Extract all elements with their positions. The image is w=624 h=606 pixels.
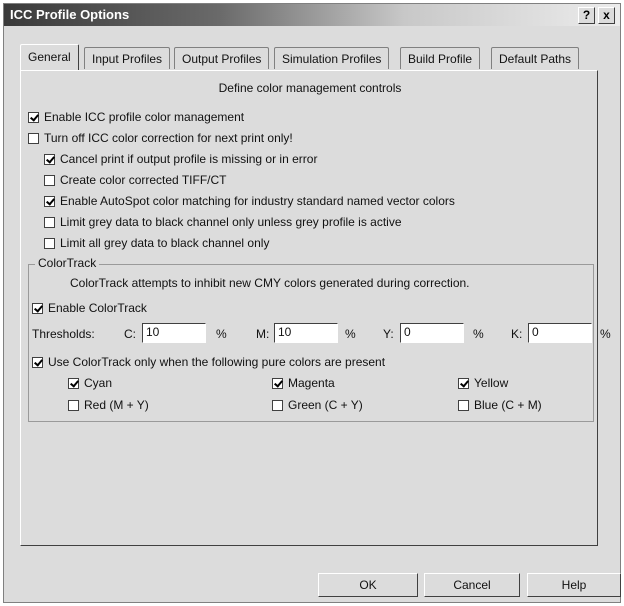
tab-input-profiles[interactable]: Input Profiles xyxy=(84,47,171,69)
color-yellow[interactable]: Yellow xyxy=(458,376,508,390)
option-label: Turn off ICC color correction for next p… xyxy=(44,131,293,145)
checkbox[interactable] xyxy=(28,111,39,123)
threshold-y-unit: % xyxy=(473,327,484,341)
option-autospot[interactable]: Enable AutoSpot color matching for indus… xyxy=(44,194,455,208)
checkbox[interactable] xyxy=(68,377,79,389)
option-label: Cyan xyxy=(84,376,113,390)
checkbox[interactable] xyxy=(44,216,55,228)
help-title-button[interactable]: ? xyxy=(578,7,595,24)
checkbox[interactable] xyxy=(44,153,55,165)
checkbox[interactable] xyxy=(272,399,283,411)
checkbox[interactable] xyxy=(458,399,469,411)
checkbox[interactable] xyxy=(44,195,55,207)
threshold-k-input[interactable]: 0 xyxy=(528,323,592,343)
panel-description: Define color management controls xyxy=(218,81,402,95)
threshold-m-label: M: xyxy=(256,327,270,341)
tab-general[interactable]: General xyxy=(20,44,79,70)
color-blue[interactable]: Blue (C + M) xyxy=(458,398,542,412)
threshold-k-unit: % xyxy=(600,327,611,341)
option-label: Enable ColorTrack xyxy=(48,301,147,315)
option-turn-off-correction[interactable]: Turn off ICC color correction for next p… xyxy=(28,131,293,145)
cancel-button[interactable]: Cancel xyxy=(424,573,520,597)
threshold-c-input[interactable]: 10 xyxy=(142,323,206,343)
option-label: Enable AutoSpot color matching for indus… xyxy=(60,194,455,208)
option-cancel-print[interactable]: Cancel print if output profile is missin… xyxy=(44,152,317,166)
checkbox[interactable] xyxy=(44,237,55,249)
help-button[interactable]: Help xyxy=(527,573,621,597)
ok-button[interactable]: OK xyxy=(318,573,418,597)
tab-default-paths[interactable]: Default Paths xyxy=(491,47,580,69)
option-label: Limit all grey data to black channel onl… xyxy=(60,236,270,250)
option-limit-all-grey[interactable]: Limit all grey data to black channel onl… xyxy=(44,236,269,250)
option-create-tiff[interactable]: Create color corrected TIFF/CT xyxy=(44,173,227,187)
checkbox[interactable] xyxy=(68,399,79,411)
color-red[interactable]: Red (M + Y) xyxy=(68,398,149,412)
tab-output-profiles[interactable]: Output Profiles xyxy=(174,47,270,69)
color-green[interactable]: Green (C + Y) xyxy=(272,398,363,412)
option-label: Yellow xyxy=(474,376,509,390)
tab-build-profile[interactable]: Build Profile xyxy=(400,47,481,69)
option-label: Green (C + Y) xyxy=(288,398,363,412)
threshold-c-label: C: xyxy=(124,327,136,341)
colortrack-description: ColorTrack attempts to inhibit new CMY c… xyxy=(70,276,470,290)
option-label: Cancel print if output profile is missin… xyxy=(60,152,318,166)
checkbox[interactable] xyxy=(28,132,39,144)
option-label: Magenta xyxy=(288,376,335,390)
option-label: Use ColorTrack only when the following p… xyxy=(48,355,386,369)
thresholds-label: Thresholds: xyxy=(32,327,95,341)
option-label: Red (M + Y) xyxy=(84,398,149,412)
threshold-c-unit: % xyxy=(216,327,227,341)
checkbox[interactable] xyxy=(458,377,469,389)
close-title-button[interactable]: x xyxy=(598,7,615,24)
checkbox[interactable] xyxy=(44,174,55,186)
checkbox[interactable] xyxy=(272,377,283,389)
threshold-m-input[interactable]: 10 xyxy=(274,323,338,343)
color-cyan[interactable]: Cyan xyxy=(68,376,112,390)
title-bar: ICC Profile Options ? x xyxy=(4,4,620,26)
dialog-title: ICC Profile Options xyxy=(10,7,130,22)
color-magenta[interactable]: Magenta xyxy=(272,376,335,390)
threshold-m-unit: % xyxy=(345,327,356,341)
option-limit-grey-unless[interactable]: Limit grey data to black channel only un… xyxy=(44,215,402,229)
option-enable-icc[interactable]: Enable ICC profile color management xyxy=(28,110,244,124)
tab-simulation-profiles[interactable]: Simulation Profiles xyxy=(274,47,390,69)
option-label: Limit grey data to black channel only un… xyxy=(60,215,402,229)
option-enable-colortrack[interactable]: Enable ColorTrack xyxy=(32,301,147,315)
option-label: Create color corrected TIFF/CT xyxy=(60,173,227,187)
threshold-y-input[interactable]: 0 xyxy=(400,323,464,343)
option-use-colortrack-only[interactable]: Use ColorTrack only when the following p… xyxy=(32,355,385,369)
checkbox[interactable] xyxy=(32,302,43,314)
colortrack-group-label: ColorTrack xyxy=(35,256,100,270)
threshold-k-label: K: xyxy=(511,327,523,341)
option-label: Blue (C + M) xyxy=(474,398,542,412)
checkbox[interactable] xyxy=(32,356,43,368)
option-label: Enable ICC profile color management xyxy=(44,110,245,124)
threshold-y-label: Y: xyxy=(383,327,394,341)
